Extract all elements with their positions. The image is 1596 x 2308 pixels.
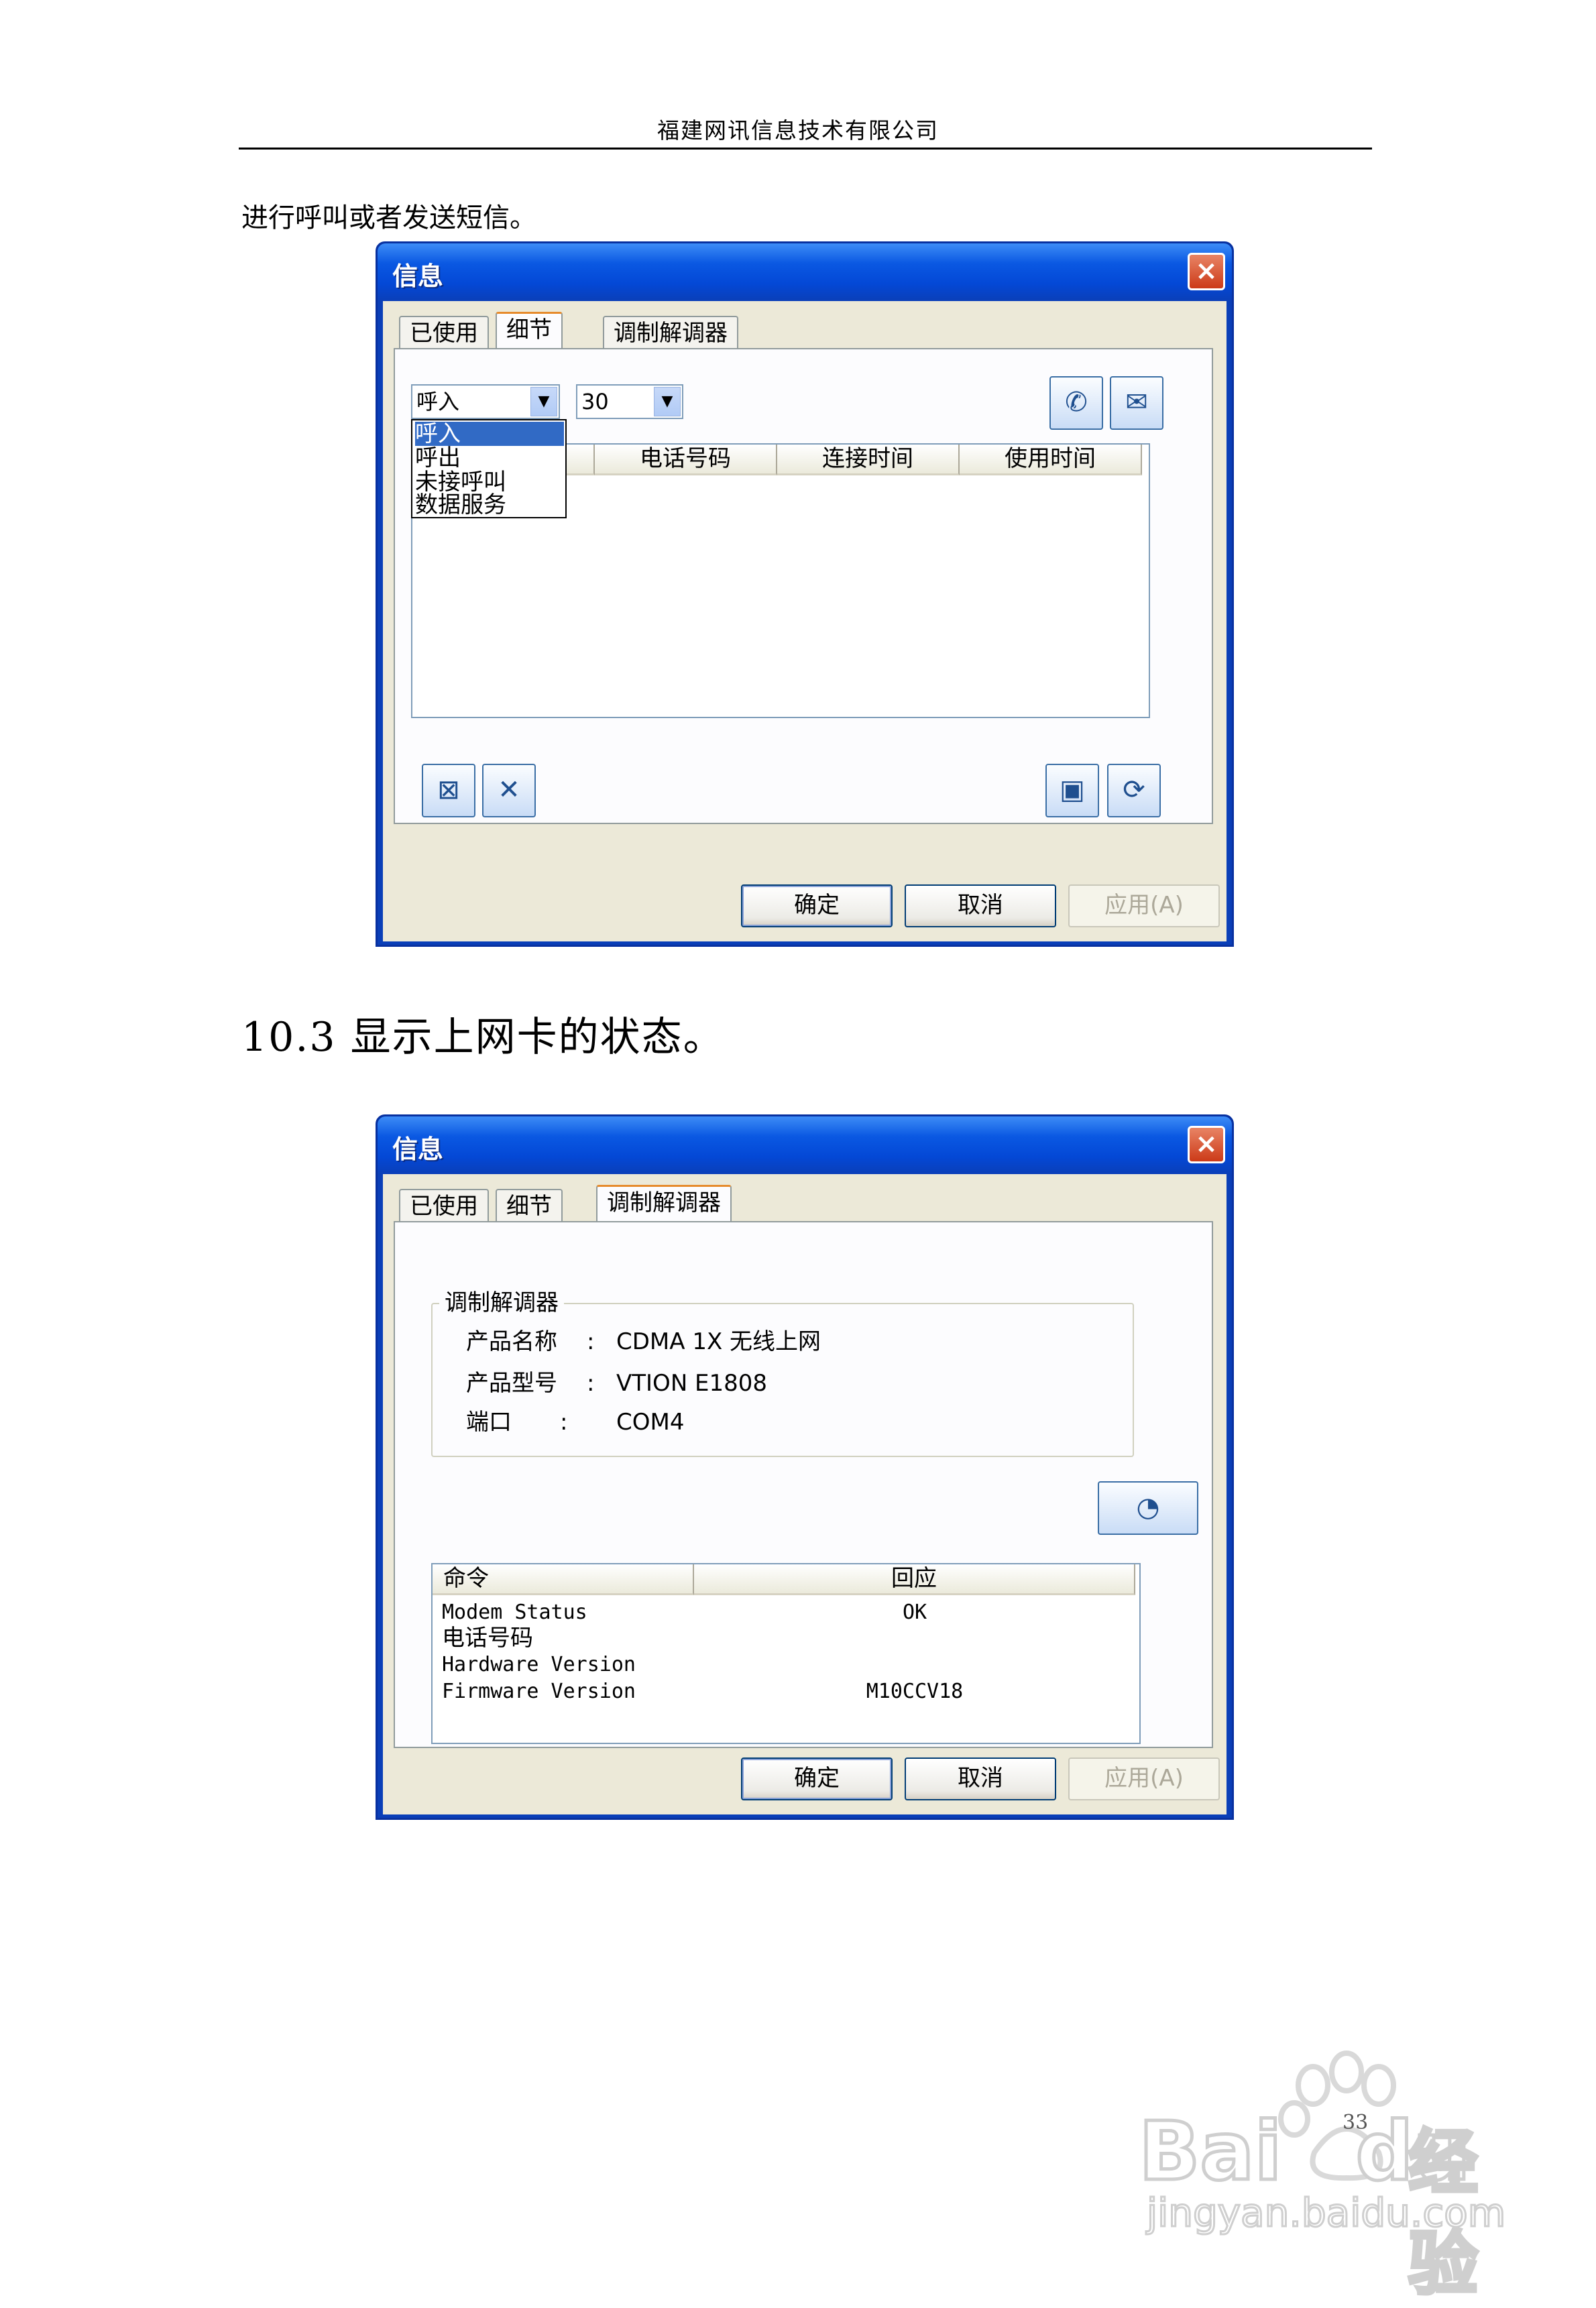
tab-details[interactable]: 细节 — [496, 312, 563, 349]
tab-used[interactable]: 已使用 — [399, 1189, 489, 1222]
dropdown-option[interactable]: 呼出 — [415, 446, 564, 470]
product-model-label: 产品型号 — [466, 1370, 557, 1397]
row-command: Modem Status — [442, 1601, 587, 1624]
product-name-label: 产品名称 — [466, 1328, 557, 1355]
refresh-icon: ⟳ — [1123, 774, 1145, 805]
ok-button[interactable]: 确定 — [741, 884, 893, 927]
section-title: 10.3 显示上网卡的状态。 — [241, 1014, 725, 1061]
intro-text: 进行呼叫或者发送短信。 — [241, 203, 536, 233]
modem-command-list[interactable]: 命令 回应 Modem Status OK 电话号码 Hardware Vers… — [431, 1563, 1141, 1744]
header-rule — [239, 148, 1372, 150]
port-value: COM4 — [616, 1409, 685, 1436]
title-bar[interactable]: 信息 × — [378, 1116, 1232, 1174]
dropdown-option[interactable]: 未接呼叫 — [415, 470, 564, 494]
watermark-brand: Bai — [1137, 2104, 1284, 2201]
tab-modem[interactable]: 调制解调器 — [596, 1185, 732, 1222]
port-label: 端口 — [466, 1409, 512, 1436]
document-header: 福建网讯信息技术有限公司 — [657, 117, 939, 143]
info-dialog-modem: 信息 × 已使用 细节 调制解调器 调制解调器 产品名称 : CDMA 1X 无… — [376, 1114, 1234, 1820]
column-header-response[interactable]: 回应 — [694, 1564, 1135, 1595]
colon: : — [587, 1370, 595, 1397]
close-icon: × — [1195, 255, 1218, 286]
modem-group-title: 调制解调器 — [439, 1289, 564, 1316]
cancel-button[interactable]: 取消 — [905, 884, 1056, 927]
row-command: Firmware Version — [442, 1680, 636, 1703]
gauge-icon: ◔ — [1136, 1492, 1160, 1523]
tab-panel-modem: 调制解调器 产品名称 : CDMA 1X 无线上网 产品型号 : VTION E… — [394, 1221, 1213, 1748]
save-button[interactable]: ▣ — [1045, 764, 1099, 817]
dialog-client: 已使用 细节 调制解调器 调制解调器 产品名称 : CDMA 1X 无线上网 产… — [383, 1174, 1227, 1814]
dropdown-option[interactable]: 数据服务 — [415, 493, 564, 517]
record-count-select[interactable]: 30 ▼ — [576, 384, 683, 419]
dialog-title: 信息 — [392, 262, 444, 291]
watermark-url: jingyan.baidu.com — [1145, 2189, 1506, 2237]
row-response: OK — [902, 1601, 927, 1624]
phone-icon: ✆ — [1065, 387, 1088, 418]
refresh-button[interactable]: ⟳ — [1107, 764, 1161, 817]
product-model-value: VTION E1808 — [616, 1370, 768, 1397]
dropdown-option[interactable]: 呼入 — [415, 422, 564, 446]
apply-button[interactable]: 应用(A) — [1068, 1757, 1220, 1800]
title-bar[interactable]: 信息 × — [378, 243, 1232, 301]
delete-button[interactable]: ✕ — [482, 764, 536, 817]
call-type-dropdown[interactable]: 呼入 呼出 未接呼叫 数据服务 — [411, 419, 567, 518]
save-icon: ▣ — [1060, 774, 1085, 805]
call-button[interactable]: ✆ — [1049, 376, 1103, 430]
row-response: M10CCV18 — [866, 1680, 964, 1703]
tab-details[interactable]: 细节 — [496, 1189, 563, 1222]
close-button[interactable]: × — [1188, 1126, 1225, 1163]
column-header-connect-time[interactable]: 连接时间 — [777, 445, 960, 475]
row-command: 电话号码 — [442, 1625, 533, 1652]
info-dialog-details: 信息 × 已使用 细节 调制解调器 呼入 ▼ 30 ▼ ✆ ✉ 电话号码 连接时… — [376, 241, 1234, 947]
envelope-icon: ✉ — [1125, 387, 1148, 418]
apply-button[interactable]: 应用(A) — [1068, 884, 1220, 927]
column-header-phone[interactable]: 电话号码 — [595, 445, 777, 475]
diagnose-button[interactable]: ◔ — [1098, 1481, 1198, 1535]
send-sms-button[interactable]: ✉ — [1110, 376, 1163, 430]
cancel-button[interactable]: 取消 — [905, 1757, 1056, 1800]
ok-button[interactable]: 确定 — [741, 1757, 893, 1800]
call-type-value: 呼入 — [416, 389, 460, 414]
row-command: Hardware Version — [442, 1653, 636, 1676]
close-button[interactable]: × — [1188, 253, 1225, 290]
column-header-command[interactable]: 命令 — [433, 1564, 694, 1595]
column-header-use-time[interactable]: 使用时间 — [960, 445, 1142, 475]
delete-all-button[interactable]: ⊠ — [422, 764, 475, 817]
chevron-down-icon[interactable]: ▼ — [654, 387, 681, 416]
dialog-title: 信息 — [392, 1135, 444, 1164]
chevron-down-icon[interactable]: ▼ — [530, 387, 557, 416]
dialog-client: 已使用 细节 调制解调器 呼入 ▼ 30 ▼ ✆ ✉ 电话号码 连接时间 使用时… — [383, 301, 1227, 941]
call-type-select[interactable]: 呼入 ▼ — [411, 384, 560, 419]
colon: : — [560, 1409, 568, 1436]
close-icon: × — [1195, 1129, 1218, 1159]
record-count-value: 30 — [581, 389, 609, 414]
baidu-watermark: Bai du 经验 33 jingyan.baidu.com — [1133, 2038, 1536, 2307]
colon: : — [587, 1328, 595, 1355]
page-number: 33 — [1343, 2111, 1369, 2134]
product-name-value: CDMA 1X 无线上网 — [616, 1328, 821, 1355]
tab-panel-details: 呼入 ▼ 30 ▼ ✆ ✉ 电话号码 连接时间 使用时间 呼入 呼出 未接呼叫 … — [394, 348, 1213, 824]
tab-modem[interactable]: 调制解调器 — [603, 316, 738, 349]
delete-all-icon: ⊠ — [437, 774, 460, 805]
tab-used[interactable]: 已使用 — [399, 316, 489, 349]
delete-icon: ✕ — [498, 774, 520, 805]
